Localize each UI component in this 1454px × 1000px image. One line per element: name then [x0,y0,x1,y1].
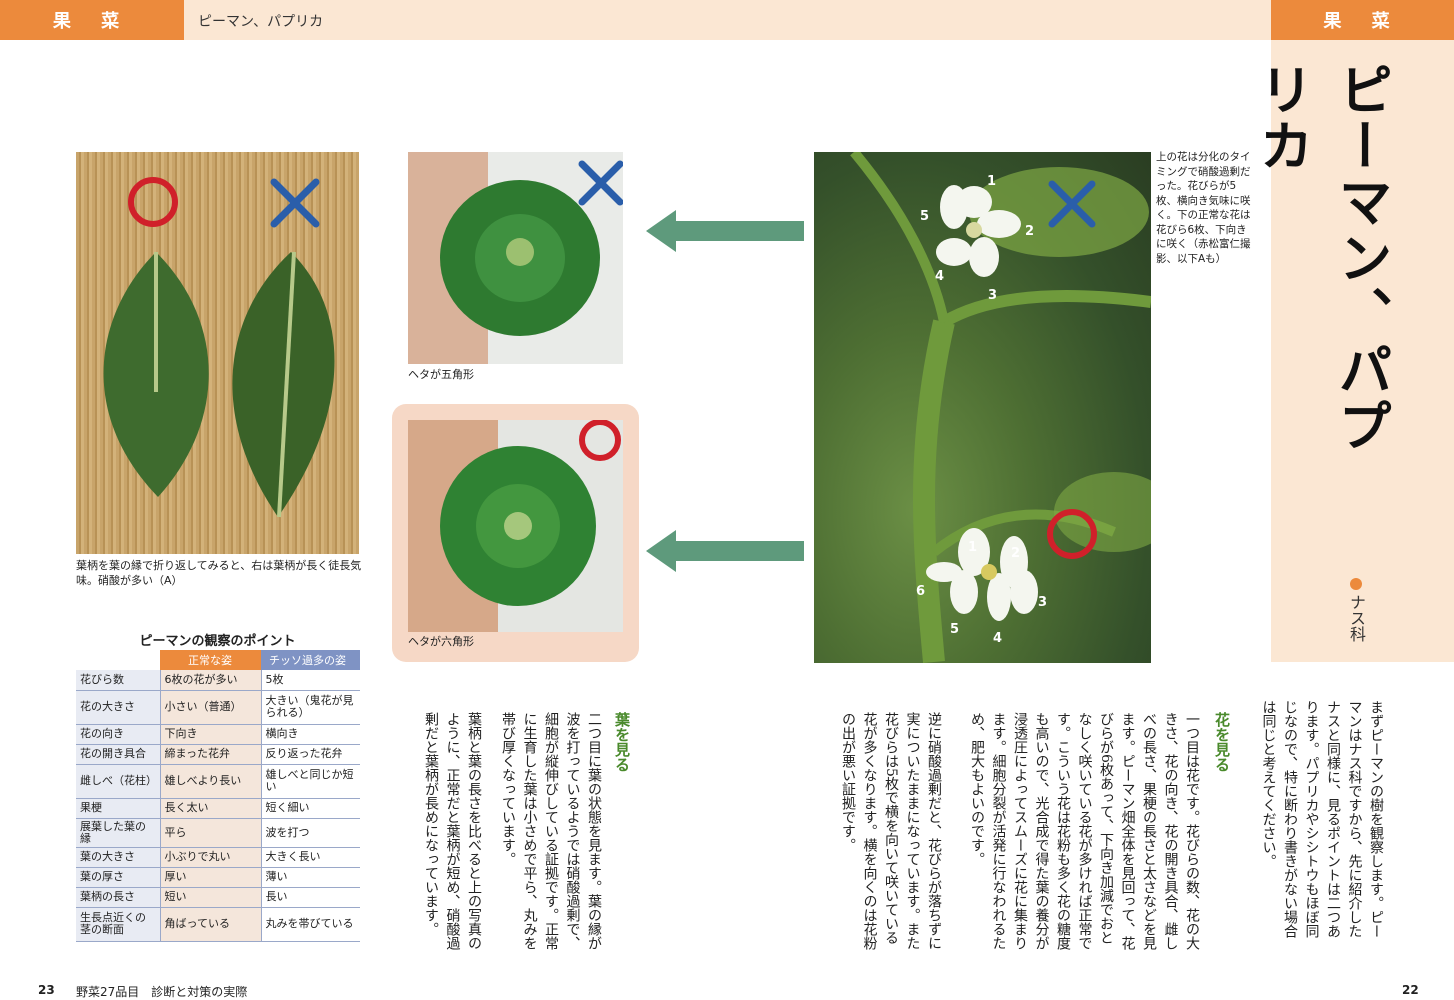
table-row: 葉柄の長さ 短い 長い [76,887,360,908]
pepper-bottom-caption: ヘタが六角形 [408,635,474,648]
table-cell: 締まった花弁 [160,744,262,765]
table-cell: 横向き [261,724,360,745]
arrow-left-icon [646,210,804,252]
table-cell: 下向き [160,724,262,745]
table-cell: 展葉した葉の縁 [76,818,161,848]
table-cell: 波を打つ [261,818,360,848]
petal-number: 2 [1025,224,1034,239]
page-number-left: 23 [38,983,55,997]
leaf-paragraph-2: 葉柄と葉の長さを比べると上の写真のように、正常だと葉柄が短め、硝酸過剰だと葉柄が… [423,712,482,950]
flower-paragraph-2: 逆に硝酸過剰だと、花びらが落ちずに実についたままになっています。また花びらは5枚… [840,712,942,950]
arrow-left-icon [646,530,804,572]
intro-paragraph: まずピーマンの樹を観察します。ピーマンはナス科ですから、先に紹介したナスと同様に… [1260,700,1385,938]
table-row: 果梗 長く太い 短く細い [76,798,360,819]
table-cell: 短い [160,887,262,908]
petal-number: 4 [993,631,1002,646]
leaf-illustration [103,177,335,518]
table-cell: 平ら [160,818,262,848]
table-header-cell: 正常な姿 [160,650,261,670]
family-label: ナス科 [1344,578,1368,642]
table-cell: 小さい（普通） [160,690,262,725]
table-row: 花の向き 下向き 横向き [76,724,360,745]
table-row: 花の大きさ 小さい（普通） 大きい（鬼花が見られる） [76,690,360,725]
table-cell: 反り返った花弁 [261,744,360,765]
table-cell: 短く細い [261,798,360,819]
table-cell: 丸みを帯びている [261,907,360,942]
table-header-cell [76,650,160,670]
pepper-top-caption: ヘタが五角形 [408,368,474,381]
long-petiole-leaf [232,252,335,517]
table-cell: 花の開き具合 [76,744,161,765]
pepper-six-sided-photo [408,420,623,632]
table-cell: 花の向き [76,724,161,745]
table-cell: 雄しべより長い [160,764,262,799]
petal-number: 5 [920,209,929,224]
flower-caption: 上の花は分化のタイミングで硝酸過剰だった。花びらが5枚、横向き気味に咲く。下の正… [1156,151,1251,265]
petal-number: 3 [1038,595,1047,610]
table-cell: 果梗 [76,798,161,819]
table-row: 葉の大きさ 小ぶりで丸い 大きく長い [76,847,360,868]
petal-number: 1 [968,540,977,555]
table-cell: 角ばっている [160,907,262,942]
petal-number: 2 [1011,546,1020,561]
leaf-photo [76,152,359,554]
table-row: 雌しべ（花柱） 雄しべより長い 雄しべと同じか短い [76,764,360,799]
table-header-row: 正常な姿 チッソ過多の姿 [76,650,360,670]
flower-photo: 1 2 3 4 5 1 2 3 4 5 6 [814,152,1151,663]
table-cell: 生長点近くの茎の断面 [76,907,161,942]
table-row: 花びら数 6枚の花が多い 5枚 [76,670,360,691]
flower-paragraph-1: 一つ目は花です。花びらの数、花の大きさ、花の向き、花の開き具合、雌しべの長さ、果… [969,712,1200,950]
table-cell: 5枚 [261,670,360,691]
pepper-six-illustration [408,420,623,632]
petal-number: 3 [988,288,997,303]
petal-number: 6 [916,584,925,599]
pepper-five-sided-photo [408,152,623,364]
table-cell: 葉柄の長さ [76,887,161,908]
header-category-right: 果 菜 [1271,0,1454,40]
table-cell: 長い [261,887,360,908]
table-cell: 葉の大きさ [76,847,161,868]
table-header-cell: チッソ過多の姿 [261,650,360,670]
leaf-section-heading: 葉を見る [613,712,631,772]
table-row: 葉の厚さ 厚い 薄い [76,867,360,888]
table-cell: 小ぶりで丸い [160,847,262,868]
page-title: ピーマン、パプリカ [1250,62,1392,454]
table-cell: 雌しべ（花柱） [76,764,161,799]
bad-mark-icon [578,160,623,206]
leaf-paragraph-1: 二つ目に葉の状態を見ます。葉の縁が波を打っているようでは硝酸過剰で、細胞が縦伸び… [500,712,602,950]
table-cell: 雄しべと同じか短い [261,764,360,799]
table-cell: 花の大きさ [76,690,161,725]
table-cell: 長く太い [160,798,262,819]
flower-section-heading: 花を見る [1213,712,1231,772]
table-row: 展葉した葉の縁 平ら 波を打つ [76,818,360,848]
pepper-five-illustration [408,152,623,364]
table-title: ピーマンの観察のポイント [139,634,296,649]
table-cell: 大きい（鬼花が見られる） [261,690,360,725]
table-cell: 6枚の花が多い [160,670,262,691]
table-cell: 大きく長い [261,847,360,868]
table-cell: 花びら数 [76,670,161,691]
header-category-left: 果 菜 [0,0,184,40]
table-cell: 厚い [160,867,262,888]
leaf-caption: 葉柄を葉の縁で折り返してみると、右は葉柄が長く徒長気味。硝酸が多い（A） [76,559,362,587]
bullet-dot-icon [1350,578,1362,590]
petal-number: 4 [935,269,944,284]
observation-table: 正常な姿 チッソ過多の姿 花びら数 6枚の花が多い 5枚 花の大きさ 小さい（普通）大… [76,650,360,942]
table-cell: 葉の厚さ [76,867,161,888]
flower-illustration: 1 2 3 4 5 1 2 3 4 5 6 [850,152,1151,663]
table-row: 生長点近くの茎の断面 角ばっている 丸みを帯びている [76,907,360,942]
header-title: ピーマン、パプリカ [198,14,324,30]
page-number-right: 22 [1402,983,1419,997]
family-text: ナス科 [1347,594,1366,642]
footer-book-title: 野菜27品目 診断と対策の実際 [76,985,248,999]
bad-mark-icon [270,178,320,228]
table-cell: 薄い [261,867,360,888]
petal-number: 1 [987,174,996,189]
petal-number: 5 [950,622,959,637]
table-row: 花の開き具合 締まった花弁 反り返った花弁 [76,744,360,765]
good-mark-icon [128,177,178,227]
